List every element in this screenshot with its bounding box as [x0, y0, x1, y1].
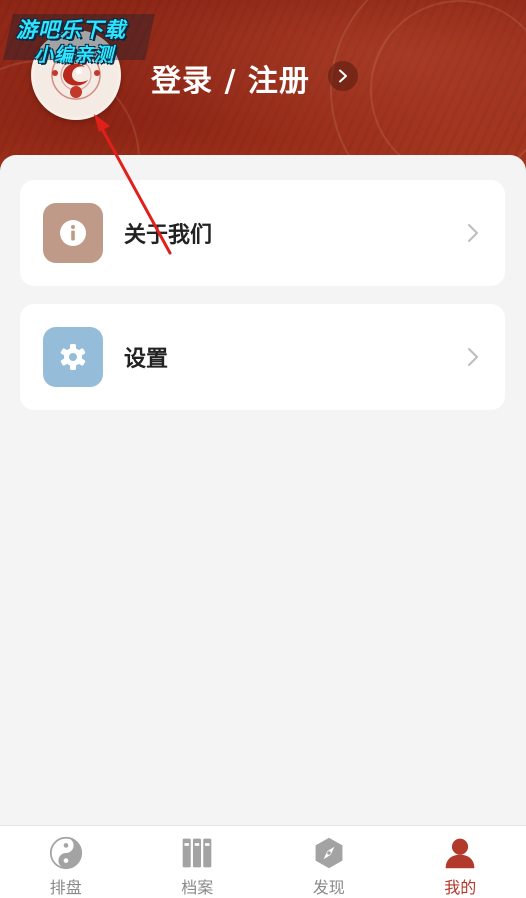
watermark: 游吧乐下载 小编亲测 [3, 8, 155, 66]
tab-wode[interactable]: 我的 [395, 826, 526, 898]
gear-icon [60, 344, 86, 370]
tab-label: 档案 [181, 878, 214, 897]
chevron-right-icon [339, 69, 347, 83]
settings-icon-tile [43, 327, 103, 387]
login-register-link[interactable]: 登录 / 注册 [151, 56, 310, 100]
tab-dangan[interactable]: 档案 [132, 826, 264, 898]
bottom-tab-bar: 排盘 档案 发现 我的 [0, 825, 526, 898]
main-content: 关于我们 设置 [0, 155, 526, 825]
menu-item-settings[interactable]: 设置 [20, 304, 505, 410]
chevron-right-icon [468, 224, 478, 242]
about-icon-tile [43, 203, 103, 263]
menu-item-label: 关于我们 [124, 223, 213, 248]
login-chevron-button[interactable] [328, 61, 358, 91]
tab-paipan[interactable]: 排盘 [0, 826, 132, 898]
yin-yang-icon [49, 836, 82, 870]
tab-label: 排盘 [49, 878, 82, 897]
watermark-line2: 小编亲测 [34, 44, 115, 66]
chevron-right-icon [468, 348, 478, 366]
compass-icon [315, 837, 343, 869]
archive-binders-icon [182, 838, 212, 868]
tab-label: 发现 [312, 878, 345, 897]
menu-item-about-us[interactable]: 关于我们 [20, 180, 505, 286]
menu-item-label: 设置 [124, 347, 169, 372]
tab-label: 我的 [444, 878, 477, 897]
info-icon [60, 220, 86, 246]
person-icon [445, 838, 475, 869]
tab-faxian[interactable]: 发现 [263, 826, 395, 898]
